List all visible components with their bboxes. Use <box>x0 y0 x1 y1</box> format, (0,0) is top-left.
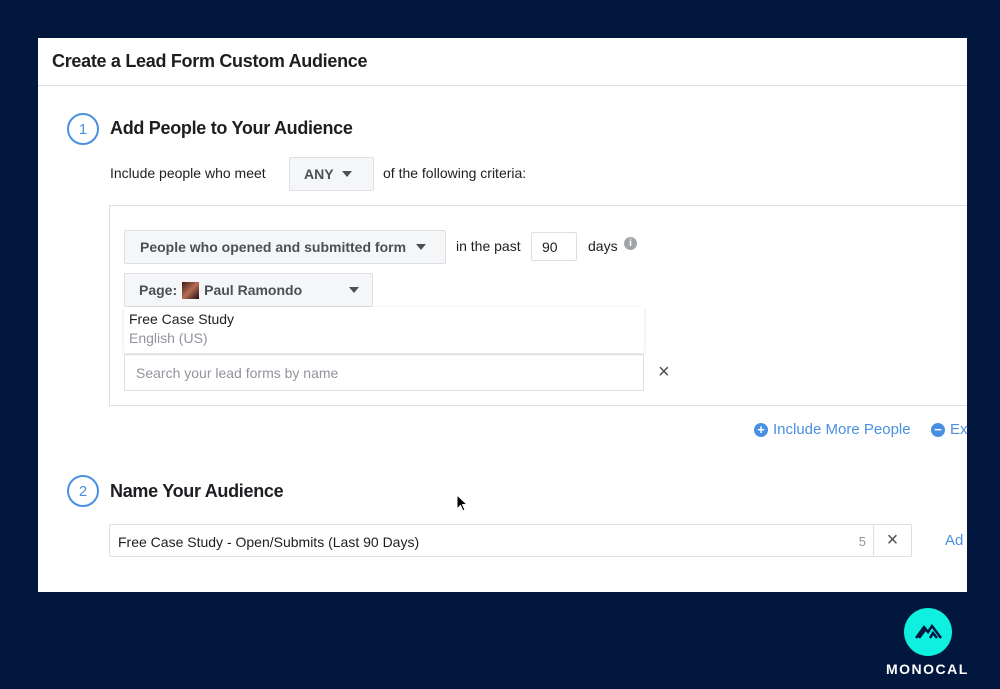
audience-name-input[interactable]: Free Case Study - Open/Submits (Last 90 … <box>118 534 419 550</box>
include-more-people-link[interactable]: + Include More People <box>754 421 911 438</box>
exclude-label: Ex <box>950 421 967 438</box>
match-any-dropdown[interactable]: ANY <box>289 157 374 191</box>
monocal-logo <box>904 608 952 656</box>
event-type-dropdown[interactable]: People who opened and submitted form <box>124 230 446 264</box>
include-suffix: of the following criteria: <box>383 165 527 181</box>
in-the-past-label: in the past <box>456 238 521 254</box>
any-label: ANY <box>304 166 334 182</box>
mouse-cursor-icon <box>456 494 468 512</box>
dialog-title: Create a Lead Form Custom Audience <box>38 38 967 86</box>
page-avatar <box>182 281 200 299</box>
lead-form-name: Free Case Study <box>129 311 235 327</box>
lead-form-search-input[interactable]: Search your lead forms by name <box>124 354 644 391</box>
dialog: Create a Lead Form Custom Audience 1 Add… <box>38 38 967 592</box>
page-dropdown[interactable]: Page: Paul Ramondo <box>124 273 373 307</box>
days-label: days <box>588 238 618 254</box>
caret-down-icon <box>341 171 352 177</box>
caret-down-icon <box>416 244 427 250</box>
audience-name-field[interactable]: Free Case Study - Open/Submits (Last 90 … <box>109 524 912 557</box>
event-type-label: People who opened and submitted form <box>140 239 407 255</box>
exclude-link[interactable]: − Ex <box>931 421 967 438</box>
page-label: Page: <box>139 282 178 298</box>
step-2-title: Name Your Audience <box>110 481 284 501</box>
brand-name: MONOCAL <box>886 661 969 677</box>
page-name: Paul Ramondo <box>204 282 303 298</box>
char-count: 5 <box>858 534 866 549</box>
step-2-badge: 2 <box>67 475 99 507</box>
include-prefix: Include people who meet <box>110 165 266 181</box>
minus-circle-icon: − <box>931 422 945 437</box>
lead-form-item[interactable]: Free Case Study English (US) <box>124 307 644 353</box>
plus-circle-icon: + <box>754 422 768 437</box>
days-input[interactable]: 90 <box>531 232 577 261</box>
clear-name-icon[interactable]: × <box>873 525 911 556</box>
lead-form-language: English (US) <box>129 330 208 346</box>
clear-search-icon[interactable]: × <box>658 362 670 382</box>
caret-down-icon <box>349 287 359 293</box>
step-1-title: Add People to Your Audience <box>110 118 353 138</box>
include-more-label: Include More People <box>773 421 911 438</box>
step-1-badge: 1 <box>67 113 99 145</box>
add-description-link[interactable]: Ad <box>945 532 963 549</box>
info-icon[interactable]: i <box>624 237 637 250</box>
